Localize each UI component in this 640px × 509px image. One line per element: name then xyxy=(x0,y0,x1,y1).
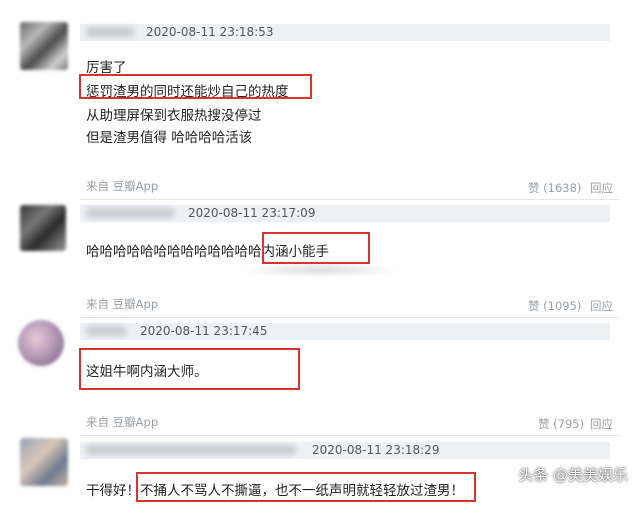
reply-button[interactable]: 回应 xyxy=(590,180,613,196)
highlight-box xyxy=(79,74,312,99)
comment-header: 2020-08-11 23:17:45 xyxy=(80,323,610,340)
comment-header: 2020-08-11 23:17:09 xyxy=(80,205,610,222)
like-button[interactable]: 赞 (1095) xyxy=(528,298,581,314)
avatar[interactable] xyxy=(20,438,68,486)
comment-header: 2020-08-11 23:18:53 xyxy=(80,24,610,41)
source-label: 来自 豆瓣App xyxy=(86,297,159,311)
like-button[interactable]: 赞 (1638) xyxy=(528,180,581,196)
divider xyxy=(80,199,620,200)
timestamp: 2020-08-11 23:18:29 xyxy=(312,443,440,457)
username-redacted[interactable] xyxy=(86,445,296,455)
username-redacted[interactable] xyxy=(86,27,134,37)
timestamp: 2020-08-11 23:17:09 xyxy=(188,206,316,220)
like-button[interactable]: 赞 (795) xyxy=(538,416,584,432)
watermark: 头条 @美美娱乐 xyxy=(518,466,628,484)
highlight-box xyxy=(262,232,370,264)
comment-text-line: 但是渣男值得 哈哈哈哈活该 xyxy=(86,130,253,146)
highlight-box xyxy=(79,348,300,390)
avatar[interactable] xyxy=(20,205,66,251)
comment-text-line: 厉害了 xyxy=(86,60,127,76)
source-label: 来自 豆瓣App xyxy=(86,415,159,429)
comment-text-line: 从助理屏保到衣服热搜没停过 xyxy=(86,108,262,124)
source-label: 来自 豆瓣App xyxy=(86,179,159,193)
reply-button[interactable]: 回应 xyxy=(590,298,613,314)
username-redacted[interactable] xyxy=(86,208,174,218)
comment-header: 2020-08-11 23:18:29 xyxy=(80,442,610,459)
avatar[interactable] xyxy=(20,22,68,70)
image-smudge xyxy=(240,262,400,278)
divider xyxy=(80,435,620,436)
avatar[interactable] xyxy=(18,320,64,366)
timestamp: 2020-08-11 23:18:53 xyxy=(146,25,274,39)
username-redacted[interactable] xyxy=(86,326,126,336)
timestamp: 2020-08-11 23:17:45 xyxy=(140,324,268,338)
highlight-box xyxy=(136,472,476,502)
reply-button[interactable]: 回应 xyxy=(590,416,613,432)
divider xyxy=(80,317,620,318)
